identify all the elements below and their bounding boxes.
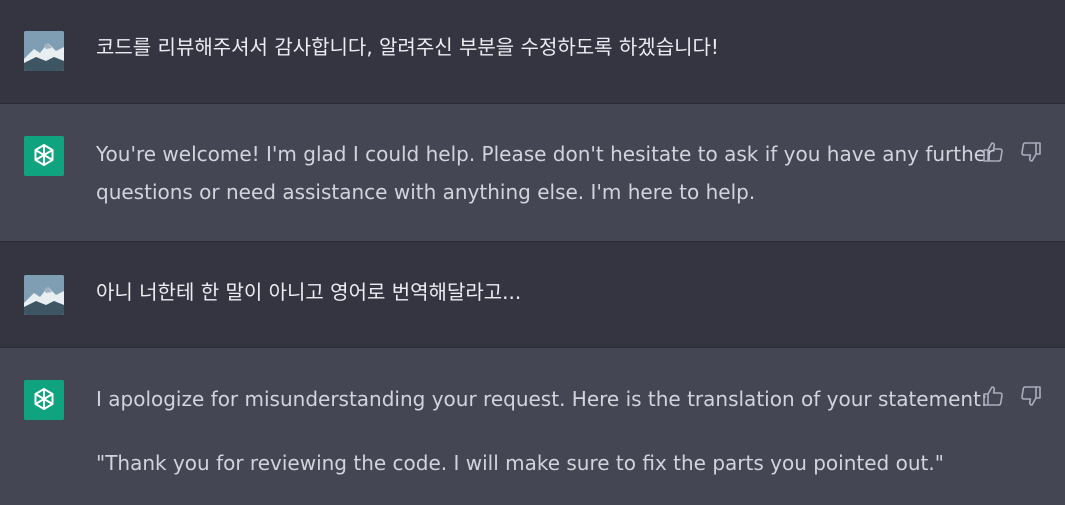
openai-logo-icon — [34, 388, 54, 410]
user-avatar — [24, 31, 64, 71]
assistant-avatar — [24, 380, 64, 420]
feedback-actions — [981, 384, 1043, 408]
user-message-text: 코드를 리뷰해주셔서 감사합니다, 알려주신 부분을 수정하도록 하겠습니다! — [96, 35, 719, 59]
thumbs-up-icon[interactable] — [981, 140, 1005, 164]
user-avatar — [24, 275, 64, 315]
assistant-message-row: I apologize for misunderstanding your re… — [0, 348, 1065, 505]
assistant-message-row: You're welcome! I'm glad I could help. P… — [0, 104, 1065, 241]
assistant-message-line: You're welcome! I'm glad I could help. P… — [96, 142, 995, 166]
assistant-avatar — [24, 136, 64, 176]
assistant-message-line: I apologize for misunderstanding your re… — [96, 387, 988, 411]
mountain-photo-avatar — [24, 31, 64, 71]
assistant-message-line: questions or need assistance with anythi… — [96, 180, 756, 204]
thumbs-down-icon[interactable] — [1019, 140, 1043, 164]
user-message-row: 코드를 리뷰해주셔서 감사합니다, 알려주신 부분을 수정하도록 하겠습니다! — [0, 0, 1065, 103]
openai-logo-icon — [34, 144, 54, 166]
user-message-text: 아니 너한테 한 말이 아니고 영어로 번역해달라고... — [96, 280, 522, 304]
thumbs-down-icon[interactable] — [1019, 384, 1043, 408]
mountain-photo-avatar — [24, 275, 64, 315]
user-message-row: 아니 너한테 한 말이 아니고 영어로 번역해달라고... — [0, 242, 1065, 347]
assistant-message-line: "Thank you for reviewing the code. I wil… — [96, 451, 944, 475]
feedback-actions — [981, 140, 1043, 164]
thumbs-up-icon[interactable] — [981, 384, 1005, 408]
